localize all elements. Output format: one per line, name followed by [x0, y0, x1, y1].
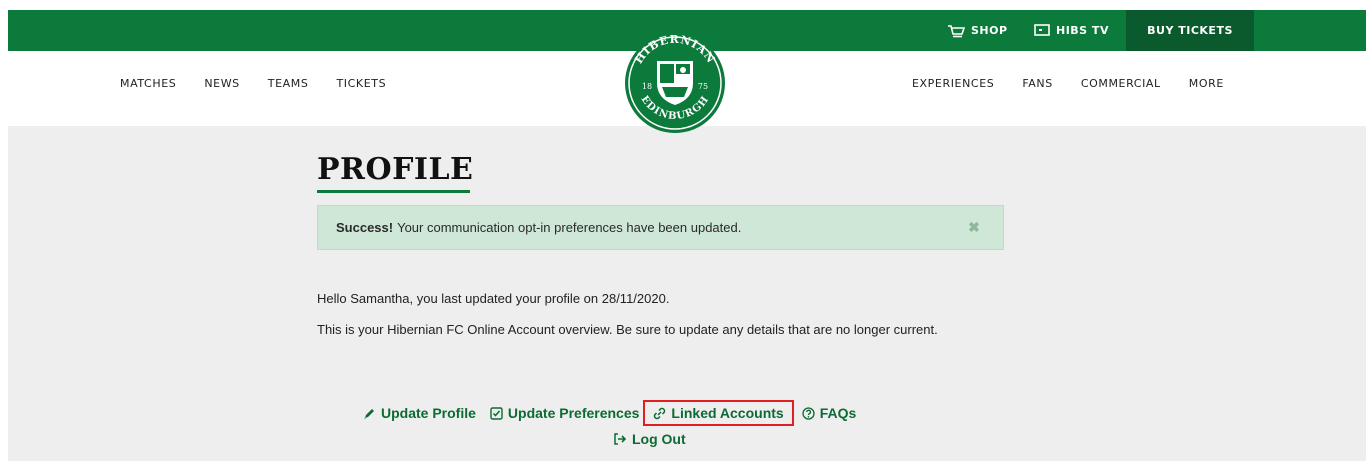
nav-item-fans[interactable]: FANS	[1022, 77, 1052, 90]
title-underline	[317, 190, 470, 193]
overview-text: This is your Hibernian FC Online Account…	[317, 322, 938, 337]
update-preferences-label: Update Preferences	[507, 405, 640, 421]
main-nav-right: EXPERIENCES FANS COMMERCIAL MORE	[912, 77, 1252, 90]
hibs-tv-link[interactable]: HIBS TV	[1034, 10, 1109, 51]
log-out-link[interactable]: Log Out	[613, 431, 686, 447]
linked-accounts-label: Linked Accounts	[671, 405, 784, 421]
club-crest-logo[interactable]: HIBERNIAN EDINBURGH 18 75	[617, 27, 733, 135]
close-icon[interactable]: ✖	[967, 220, 981, 234]
update-profile-label: Update Profile	[381, 405, 476, 421]
question-circle-icon	[802, 406, 815, 420]
faqs-label: FAQs	[819, 405, 857, 421]
nav-item-teams[interactable]: TEAMS	[268, 77, 309, 90]
page-title: PROFILE	[317, 152, 474, 187]
link-icon	[654, 407, 666, 419]
log-out-label: Log Out	[632, 431, 686, 447]
nav-item-experiences[interactable]: EXPERIENCES	[912, 77, 994, 90]
alert-strong-text: Success!	[336, 220, 394, 235]
crest-year-right: 75	[698, 82, 708, 91]
shop-link[interactable]: SHOP	[947, 10, 1008, 51]
nav-item-commercial[interactable]: COMMERCIAL	[1081, 77, 1161, 90]
linked-accounts-link[interactable]: Linked Accounts	[643, 400, 794, 426]
nav-item-tickets[interactable]: TICKETS	[336, 77, 386, 90]
checkbox-icon	[490, 406, 503, 420]
alert-message: Your communication opt-in preferences ha…	[397, 220, 742, 235]
update-profile-link[interactable]: Update Profile	[363, 405, 476, 421]
update-preferences-link[interactable]: Update Preferences	[490, 405, 640, 421]
log-out-icon	[614, 433, 627, 445]
hibs-tv-label: HIBS TV	[1056, 24, 1109, 37]
shop-label: SHOP	[971, 24, 1008, 37]
main-nav-left: MATCHES NEWS TEAMS TICKETS	[120, 77, 414, 90]
nav-item-more[interactable]: MORE	[1189, 77, 1224, 90]
nav-item-matches[interactable]: MATCHES	[120, 77, 176, 90]
faqs-link[interactable]: FAQs	[802, 405, 857, 421]
pencil-icon	[364, 408, 374, 419]
tv-icon	[1034, 24, 1050, 36]
success-alert: Success! Your communication opt-in prefe…	[317, 205, 1004, 250]
nav-item-news[interactable]: NEWS	[204, 77, 239, 90]
profile-actions: Update Profile Update Preferences Linked…	[363, 400, 870, 426]
buy-tickets-label: BUY TICKETS	[1147, 24, 1233, 37]
cart-icon	[948, 24, 965, 37]
crest-year-left: 18	[642, 82, 652, 91]
buy-tickets-button[interactable]: BUY TICKETS	[1126, 10, 1254, 51]
greeting-text: Hello Samantha, you last updated your pr…	[317, 291, 670, 306]
